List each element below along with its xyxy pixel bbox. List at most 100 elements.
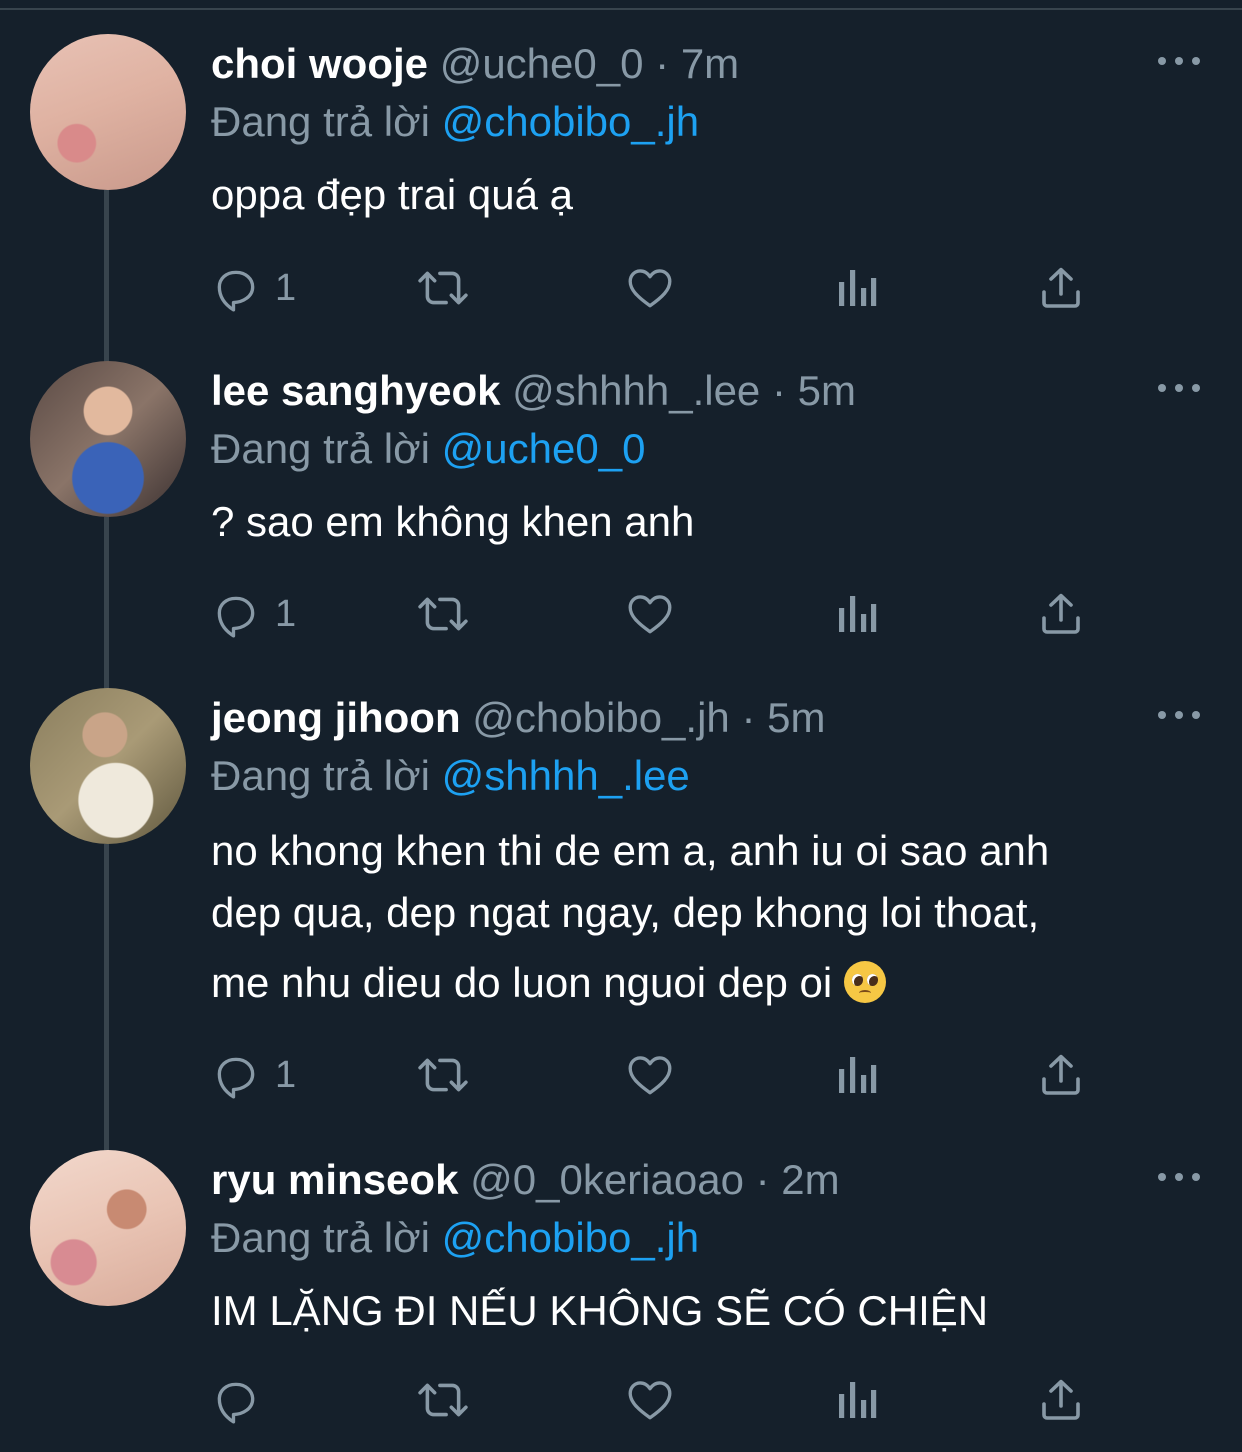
timestamp[interactable]: 2m (781, 1156, 839, 1203)
reply-count: 1 (275, 1053, 297, 1096)
like-icon (625, 263, 675, 313)
reply-prefix: Đang trả lời (211, 1214, 430, 1261)
like-icon (625, 1375, 675, 1425)
reply-button[interactable]: 1 (211, 260, 296, 316)
tweet-header: jeong jihoon @chobibo_.jh · 5m (211, 692, 825, 744)
tweet-text-line: no khong khen thi de em a, anh iu oi sao… (211, 827, 1050, 874)
share-icon (1037, 589, 1085, 639)
reply-button[interactable] (211, 1372, 275, 1428)
more-icon[interactable] (1158, 50, 1200, 70)
views-icon (835, 1050, 879, 1100)
top-divider (0, 8, 1242, 10)
handle[interactable]: @chobibo_.jh (472, 694, 729, 741)
views-icon (835, 1375, 879, 1425)
tweet-text: no khong khen thi de em a, anh iu oi sao… (211, 820, 1211, 1014)
views-icon (835, 589, 879, 639)
tweet-header: lee sanghyeok @shhhh_.lee · 5m (211, 365, 856, 417)
more-icon[interactable] (1158, 377, 1200, 397)
like-icon (625, 589, 675, 639)
more-icon[interactable] (1158, 1166, 1200, 1186)
tweet-text-line: dep qua, dep ngat ngay, dep khong loi th… (211, 889, 1040, 936)
timestamp[interactable]: 5m (767, 694, 825, 741)
share-button[interactable] (1037, 260, 1085, 316)
avatar[interactable] (30, 361, 186, 517)
reply-context: Đang trả lời @chobibo_.jh (211, 1212, 699, 1264)
reply-mention[interactable]: @shhhh_.lee (442, 752, 690, 799)
reply-count: 1 (275, 266, 297, 309)
share-button[interactable] (1037, 1372, 1085, 1428)
thread-connector (104, 190, 109, 362)
views-button[interactable] (835, 586, 879, 642)
reply-icon (211, 1050, 261, 1100)
reply-icon (211, 1375, 261, 1425)
share-button[interactable] (1037, 586, 1085, 642)
retweet-icon (415, 263, 471, 313)
thread-connector (104, 844, 109, 1152)
like-icon (625, 1050, 675, 1100)
handle[interactable]: @shhhh_.lee (512, 367, 760, 414)
thread-connector (104, 517, 109, 689)
display-name[interactable]: lee sanghyeok (211, 367, 500, 414)
display-name[interactable]: choi wooje (211, 40, 428, 87)
reply-context: Đang trả lời @uche0_0 (211, 423, 645, 475)
separator: · (755, 1156, 770, 1203)
views-button[interactable] (835, 1372, 879, 1428)
retweet-icon (415, 589, 471, 639)
like-button[interactable] (625, 586, 675, 642)
action-bar (211, 1372, 1111, 1428)
tweet-header: ryu minseok @0_0keriaoao · 2m (211, 1154, 840, 1206)
reply-button[interactable]: 1 (211, 1047, 296, 1103)
reply-icon (211, 263, 261, 313)
reply-context: Đang trả lời @shhhh_.lee (211, 750, 690, 802)
reply-mention[interactable]: @uche0_0 (442, 425, 646, 472)
pleading-face-emoji (843, 961, 886, 1003)
reply-context: Đang trả lời @chobibo_.jh (211, 96, 699, 148)
timestamp[interactable]: 7m (681, 40, 739, 87)
reply-prefix: Đang trả lời (211, 752, 430, 799)
share-button[interactable] (1037, 1047, 1085, 1103)
avatar[interactable] (30, 1150, 186, 1306)
handle[interactable]: @0_0keriaoao (470, 1156, 744, 1203)
views-icon (835, 263, 879, 313)
separator: · (655, 40, 670, 87)
separator: · (771, 367, 786, 414)
retweet-button[interactable] (415, 260, 471, 316)
action-bar: 1 (211, 1047, 1111, 1103)
retweet-button[interactable] (415, 1047, 471, 1103)
reply-prefix: Đang trả lời (211, 98, 430, 145)
reply-count: 1 (275, 592, 297, 635)
separator: · (741, 694, 756, 741)
tweet-text-line: me nhu dieu do luon nguoi dep oi (211, 959, 833, 1006)
reply-button[interactable]: 1 (211, 586, 296, 642)
action-bar: 1 (211, 260, 1111, 316)
reply-mention[interactable]: @chobibo_.jh (442, 1214, 699, 1261)
retweet-button[interactable] (415, 1372, 471, 1428)
handle[interactable]: @uche0_0 (440, 40, 644, 87)
reply-icon (211, 589, 261, 639)
like-button[interactable] (625, 1372, 675, 1428)
tweet-text: ? sao em không khen anh (211, 498, 695, 545)
more-icon[interactable] (1158, 704, 1200, 724)
display-name[interactable]: ryu minseok (211, 1156, 458, 1203)
views-button[interactable] (835, 1047, 879, 1103)
retweet-button[interactable] (415, 586, 471, 642)
action-bar: 1 (211, 586, 1111, 642)
like-button[interactable] (625, 260, 675, 316)
display-name[interactable]: jeong jihoon (211, 694, 461, 741)
avatar[interactable] (30, 34, 186, 190)
reply-prefix: Đang trả lời (211, 425, 430, 472)
share-icon (1037, 1050, 1085, 1100)
retweet-icon (415, 1375, 471, 1425)
retweet-icon (415, 1050, 471, 1100)
share-icon (1037, 263, 1085, 313)
tweet-text: oppa đẹp trai quá ạ (211, 171, 573, 218)
timestamp[interactable]: 5m (798, 367, 856, 414)
reply-mention[interactable]: @chobibo_.jh (442, 98, 699, 145)
avatar[interactable] (30, 688, 186, 844)
share-icon (1037, 1375, 1085, 1425)
tweet-text-line-with-emoji: me nhu dieu do luon nguoi dep oi (211, 952, 1211, 1014)
tweet-header: choi wooje @uche0_0 · 7m (211, 38, 739, 90)
like-button[interactable] (625, 1047, 675, 1103)
views-button[interactable] (835, 260, 879, 316)
tweet-text: IM LẶNG ĐI NẾU KHÔNG SẼ CÓ CHIỆN (211, 1287, 989, 1334)
